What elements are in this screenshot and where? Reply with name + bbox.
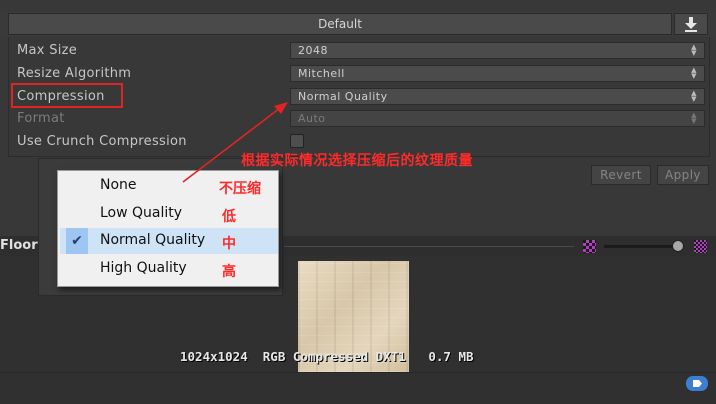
arrow-line (182, 107, 281, 183)
annotation-arrow (182, 102, 288, 183)
arrow-head (274, 102, 288, 114)
